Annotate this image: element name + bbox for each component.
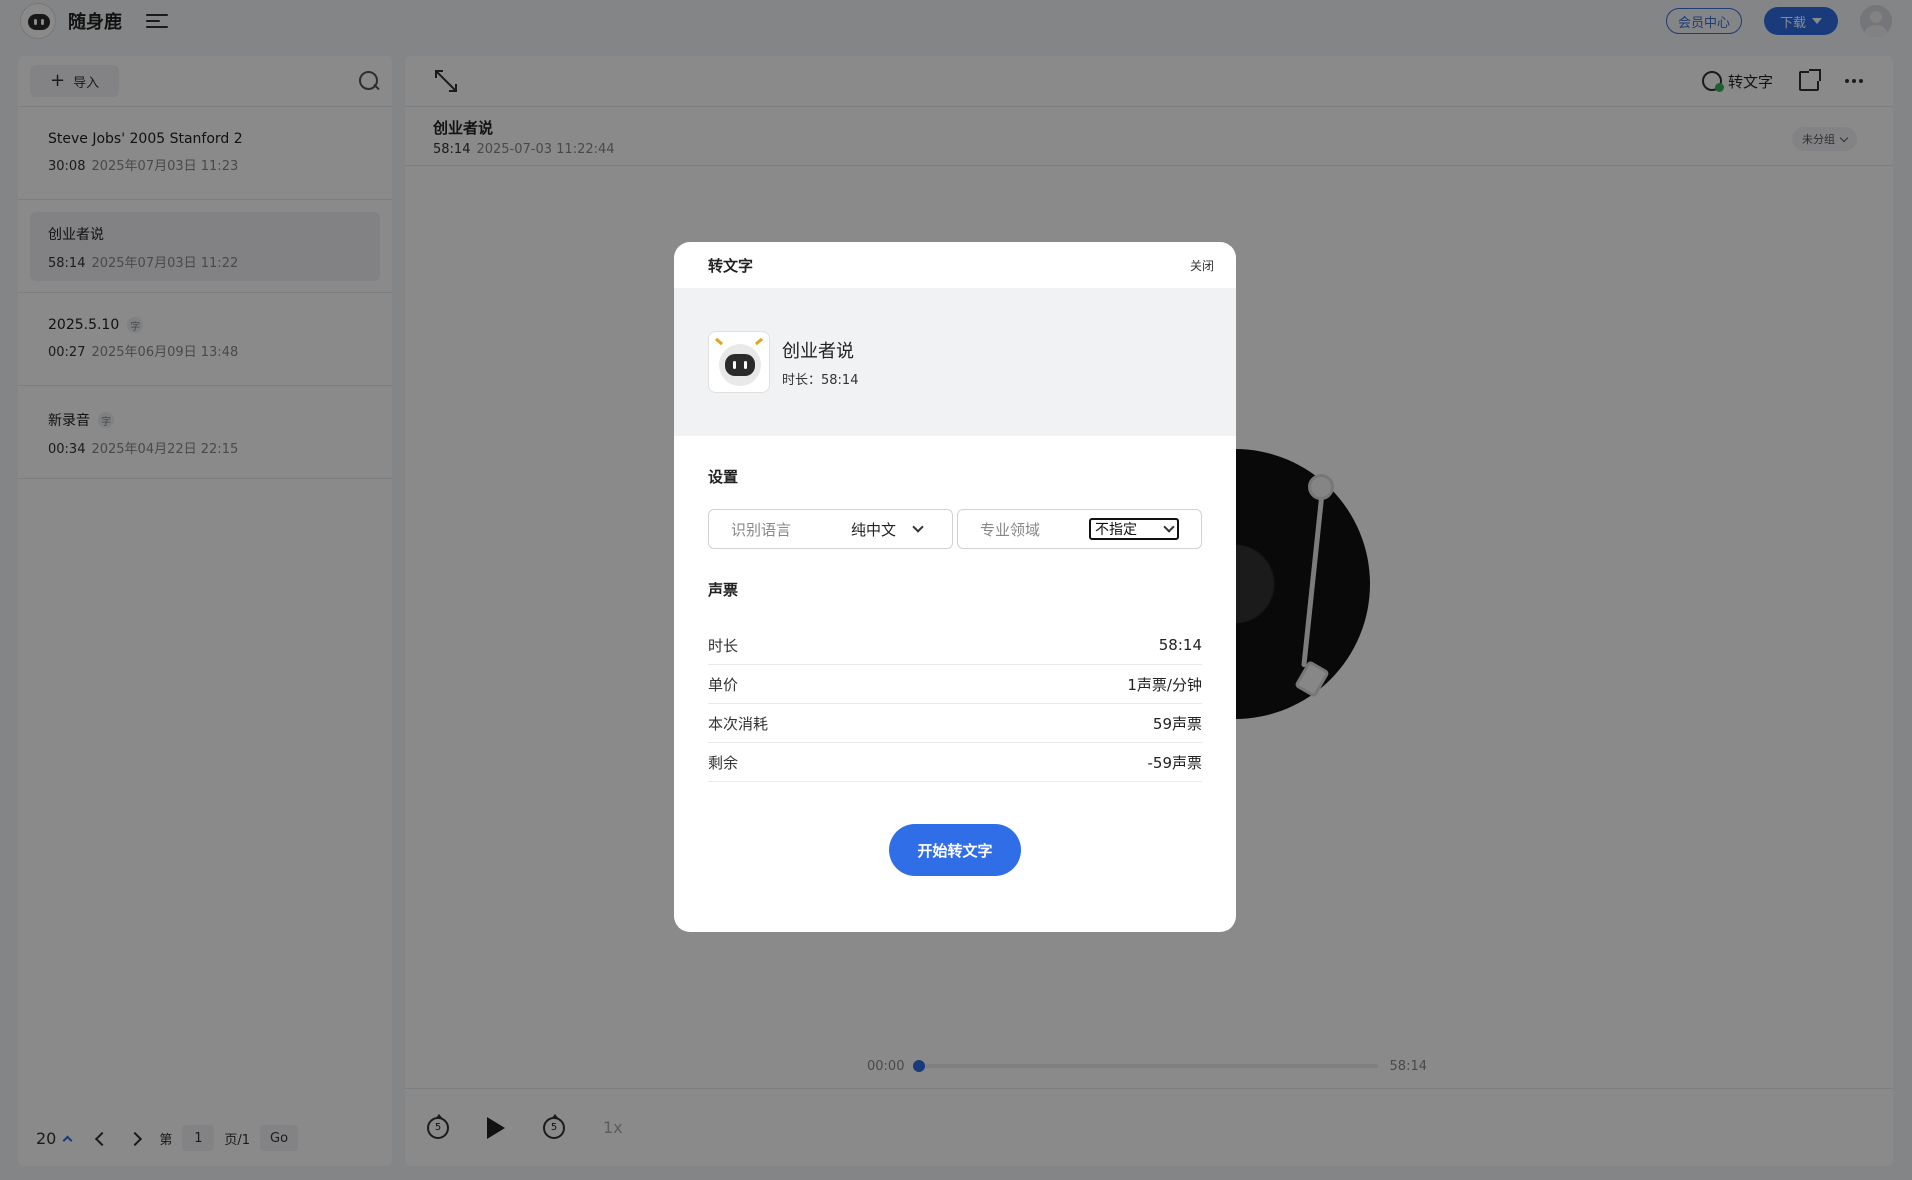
row-label: 时长 — [708, 636, 739, 655]
chevron-down-icon — [1163, 521, 1175, 533]
close-button[interactable]: 关闭 — [1190, 257, 1214, 274]
file-logo-icon — [708, 331, 770, 393]
row-label: 单价 — [708, 675, 739, 694]
ticket-row-remaining: 剩余 -59声票 — [708, 743, 1202, 782]
ticket-row-cost: 本次消耗 59声票 — [708, 704, 1202, 743]
row-value: 1声票/分钟 — [1127, 675, 1202, 694]
domain-field: 专业领域 不指定 — [957, 509, 1202, 549]
language-value: 纯中文 — [850, 520, 896, 539]
language-select[interactable]: 识别语言 纯中文 — [708, 509, 953, 549]
start-transcribe-button[interactable]: 开始转文字 — [889, 824, 1021, 876]
ticket-row-price: 单价 1声票/分钟 — [708, 665, 1202, 704]
chevron-down-icon — [912, 521, 924, 533]
settings-title: 设置 — [708, 468, 739, 486]
transcribe-dialog: 转文字 关闭 创业者说 时长：58:14 设置 识别语言 纯中文 专业领域 不指… — [674, 242, 1236, 932]
tickets-table: 时长 58:14 单价 1声票/分钟 本次消耗 59声票 剩余 -59声票 — [708, 626, 1202, 782]
row-label: 本次消耗 — [708, 714, 769, 733]
dialog-title: 转文字 — [708, 256, 754, 275]
tickets-title: 声票 — [708, 581, 739, 599]
file-info: 创业者说 时长：58:14 — [674, 288, 1236, 436]
domain-value: 不指定 — [1095, 522, 1137, 538]
file-name: 创业者说 — [782, 340, 854, 362]
row-value: 58:14 — [1158, 636, 1202, 654]
ticket-row-duration: 时长 58:14 — [708, 626, 1202, 665]
language-label: 识别语言 — [731, 520, 792, 539]
file-duration: 时长：58:14 — [782, 372, 859, 388]
domain-select[interactable]: 不指定 — [1089, 518, 1179, 540]
domain-label: 专业领域 — [980, 520, 1041, 539]
row-label: 剩余 — [708, 753, 739, 772]
row-value: 59声票 — [1152, 714, 1202, 733]
row-value: -59声票 — [1147, 753, 1203, 772]
